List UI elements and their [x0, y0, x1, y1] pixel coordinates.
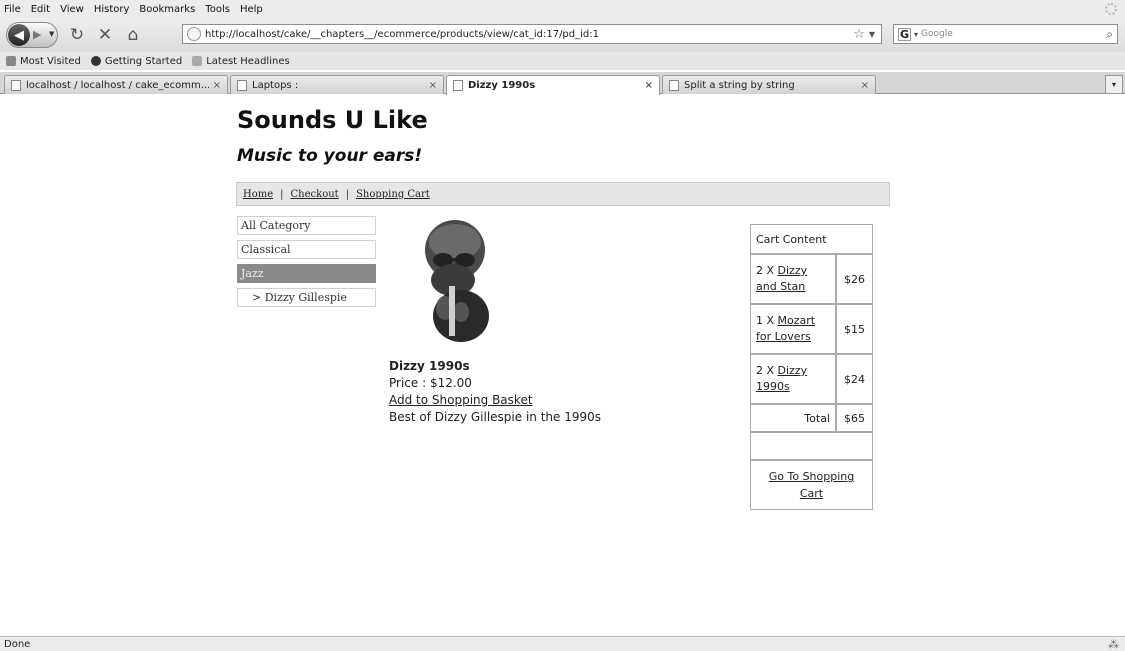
status-bar: Done ⁂	[0, 636, 1125, 651]
forward-arrow-icon[interactable]: ▶	[33, 28, 41, 41]
menu-bar: File Edit View History Bookmarks Tools H…	[0, 0, 1125, 18]
bookmark-getting-started[interactable]: Getting Started	[90, 55, 183, 67]
product-details: Dizzy 1990s Price : $12.00 Add to Shoppi…	[389, 358, 601, 426]
address-bar[interactable]: http://localhost/cake/__chapters__/ecomm…	[182, 24, 882, 44]
search-engine-dropdown-icon[interactable]: ▾	[914, 30, 918, 39]
tab-phpmyadmin[interactable]: localhost / localhost / cake_ecomm... ×	[4, 75, 228, 94]
search-bar[interactable]: G ▾ Google ⌕	[893, 24, 1118, 44]
bookmarks-toolbar: Most Visited Getting Started Latest Head…	[0, 52, 1125, 70]
category-menu: All Category Classical Jazz > Dizzy Gill…	[237, 216, 376, 312]
cart-total-value: $65	[836, 404, 873, 432]
firefox-icon	[90, 56, 101, 66]
navigation-toolbar: ◀ ▶ ▼ ↻ ✕ ⌂ http://localhost/cake/__chap…	[0, 18, 1125, 52]
cart-item: 2 X Dizzy and Stan	[750, 254, 836, 304]
menu-file[interactable]: File	[4, 4, 21, 15]
product-description: Best of Dizzy Gillespie in the 1990s	[389, 410, 601, 424]
cart-goto-cell: Go To Shopping Cart	[750, 460, 873, 510]
tab-favicon-icon	[237, 79, 247, 91]
bookmark-label: Getting Started	[104, 55, 183, 67]
category-all[interactable]: All Category	[237, 216, 376, 235]
tab-favicon-icon	[453, 80, 463, 91]
cart-item-price: $24	[836, 354, 873, 404]
page-icon	[187, 27, 201, 41]
bookmark-latest-headlines[interactable]: Latest Headlines	[192, 56, 290, 67]
bookmark-label: Most Visited	[20, 55, 81, 67]
site-tagline: Music to your ears!	[237, 146, 423, 166]
cart-header: Cart Content	[750, 224, 873, 254]
cart-item-price: $15	[836, 304, 873, 354]
tab-favicon-icon	[11, 79, 21, 91]
cart-item-qty: 2 X	[756, 364, 778, 377]
tab-list-dropdown-icon[interactable]: ▾	[1105, 75, 1123, 94]
stop-icon[interactable]: ✕	[94, 24, 116, 46]
product-price: Price : $12.00	[389, 376, 472, 390]
shopping-cart-link[interactable]: Shopping Cart	[356, 189, 430, 200]
cart-total-label: Total	[750, 404, 836, 432]
rss-icon	[192, 56, 203, 66]
cart-row: 1 X Mozart for Lovers $15	[750, 304, 873, 354]
tab-title: Laptops :	[252, 79, 299, 91]
bookmark-most-visited[interactable]: Most Visited	[6, 56, 81, 67]
close-tab-icon[interactable]: ×	[429, 80, 437, 91]
reload-icon[interactable]: ↻	[66, 24, 88, 46]
cart-row: 2 X Dizzy 1990s $24	[750, 354, 873, 404]
bookmark-label: Latest Headlines	[206, 55, 290, 67]
category-classical[interactable]: Classical	[237, 240, 376, 259]
search-input[interactable]: Google	[921, 29, 1106, 39]
tab-strip: localhost / localhost / cake_ecomm... × …	[0, 72, 1125, 95]
status-text: Done	[4, 638, 31, 650]
bookmark-star-icon[interactable]: ☆	[853, 27, 865, 42]
url-text[interactable]: http://localhost/cake/__chapters__/ecomm…	[205, 29, 853, 40]
menu-edit[interactable]: Edit	[31, 4, 50, 15]
throbber-icon	[1105, 3, 1117, 15]
cart-item-qty: 1 X	[756, 314, 778, 327]
cart-total-row: Total $65	[750, 404, 873, 432]
go-to-shopping-cart-link[interactable]: Go To Shopping Cart	[769, 470, 855, 500]
menu-help[interactable]: Help	[240, 4, 263, 15]
tab-title: localhost / localhost / cake_ecomm...	[26, 79, 209, 91]
site-title: Sounds U Like	[237, 106, 428, 134]
category-jazz[interactable]: Jazz	[237, 264, 376, 283]
product-name: Dizzy 1990s	[389, 359, 470, 373]
menu-view[interactable]: View	[60, 4, 84, 15]
menu-history[interactable]: History	[94, 4, 130, 15]
cart-item: 1 X Mozart for Lovers	[750, 304, 836, 354]
home-link[interactable]: Home	[243, 189, 273, 200]
tab-dizzy-1990s[interactable]: Dizzy 1990s ×	[446, 75, 660, 95]
home-icon[interactable]: ⌂	[122, 24, 144, 46]
tab-title: Split a string by string	[684, 79, 795, 91]
addon-bar-icon[interactable]: ⁂	[1108, 638, 1119, 651]
menu-tools[interactable]: Tools	[205, 4, 230, 15]
top-nav-links: Home | Checkout | Shopping Cart	[236, 182, 890, 206]
history-dropdown-icon[interactable]: ▼	[49, 30, 54, 38]
cart-row: 2 X Dizzy and Stan $26	[750, 254, 873, 304]
nav-separator: |	[345, 188, 350, 200]
tab-title: Dizzy 1990s	[468, 80, 536, 91]
back-forward-group: ◀ ▶ ▼	[6, 22, 58, 48]
add-to-basket-link[interactable]: Add to Shopping Basket	[389, 393, 533, 407]
back-arrow-icon[interactable]: ◀	[8, 24, 30, 46]
cart-item-qty: 2 X	[756, 264, 778, 277]
tab-split-string[interactable]: Split a string by string ×	[662, 75, 876, 94]
checkout-link[interactable]: Checkout	[291, 189, 339, 200]
product-image	[405, 216, 501, 350]
cart-table: Cart Content 2 X Dizzy and Stan $26 1 X …	[750, 224, 873, 510]
cart-empty-row	[750, 432, 873, 460]
close-tab-icon[interactable]: ×	[645, 80, 653, 91]
search-icon[interactable]: ⌕	[1106, 27, 1113, 42]
search-engine-icon[interactable]: G	[898, 27, 911, 41]
cart-item: 2 X Dizzy 1990s	[750, 354, 836, 404]
menu-bookmarks[interactable]: Bookmarks	[139, 4, 195, 15]
tab-laptops[interactable]: Laptops : ×	[230, 75, 444, 94]
url-dropdown-icon[interactable]: ▼	[869, 30, 875, 39]
most-visited-icon	[6, 56, 16, 66]
nav-separator: |	[280, 188, 284, 200]
close-tab-icon[interactable]: ×	[861, 80, 869, 91]
tab-favicon-icon	[669, 79, 679, 91]
close-tab-icon[interactable]: ×	[213, 80, 221, 91]
cart-item-price: $26	[836, 254, 873, 304]
category-dizzy-gillespie[interactable]: > Dizzy Gillespie	[237, 288, 376, 307]
